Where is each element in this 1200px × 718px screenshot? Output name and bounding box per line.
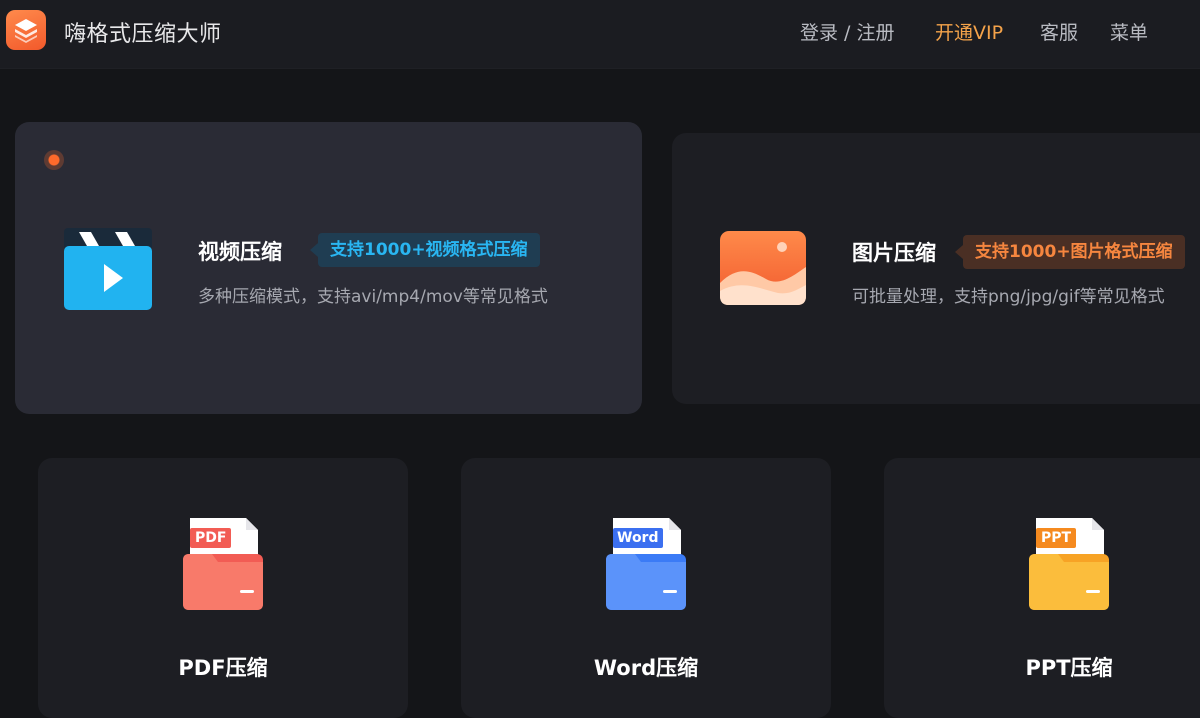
video-compress-desc: 多种压缩模式，支持avi/mp4/mov等常见格式 <box>198 287 548 307</box>
app-title: 嗨格式压缩大师 <box>64 22 222 47</box>
ppt-badge: PPT <box>1036 528 1077 548</box>
image-compress-desc: 可批量处理，支持png/jpg/gif等常见格式 <box>852 287 1165 307</box>
pdf-compress-label: PDF压缩 <box>178 656 268 680</box>
video-clapper-icon <box>63 226 153 311</box>
vip-link[interactable]: 开通VIP <box>935 18 1003 45</box>
active-indicator-dot <box>44 150 64 170</box>
menu-link[interactable]: 菜单 <box>1110 18 1148 45</box>
image-compress-title: 图片压缩 <box>852 241 936 265</box>
image-format-tag: 支持1000+图片格式压缩 <box>955 235 1185 269</box>
app-logo-icon <box>6 10 46 50</box>
word-folder-icon: Word <box>605 516 687 616</box>
customer-service-link[interactable]: 客服 <box>1040 18 1078 45</box>
word-compress-label: Word压缩 <box>593 656 699 680</box>
image-picture-icon <box>720 231 806 305</box>
ppt-folder-icon: PPT <box>1028 516 1110 616</box>
pdf-badge: PDF <box>190 528 232 548</box>
pdf-folder-icon: PDF <box>182 516 264 616</box>
video-format-tag: 支持1000+视频格式压缩 <box>310 233 540 267</box>
login-register-link[interactable]: 登录 / 注册 <box>800 18 894 45</box>
video-compress-title: 视频压缩 <box>198 240 282 264</box>
word-badge: Word <box>613 528 663 548</box>
ppt-compress-label: PPT压缩 <box>1025 656 1113 680</box>
top-bar: 嗨格式压缩大师 登录 / 注册 开通VIP 客服 菜单 <box>0 0 1200 69</box>
